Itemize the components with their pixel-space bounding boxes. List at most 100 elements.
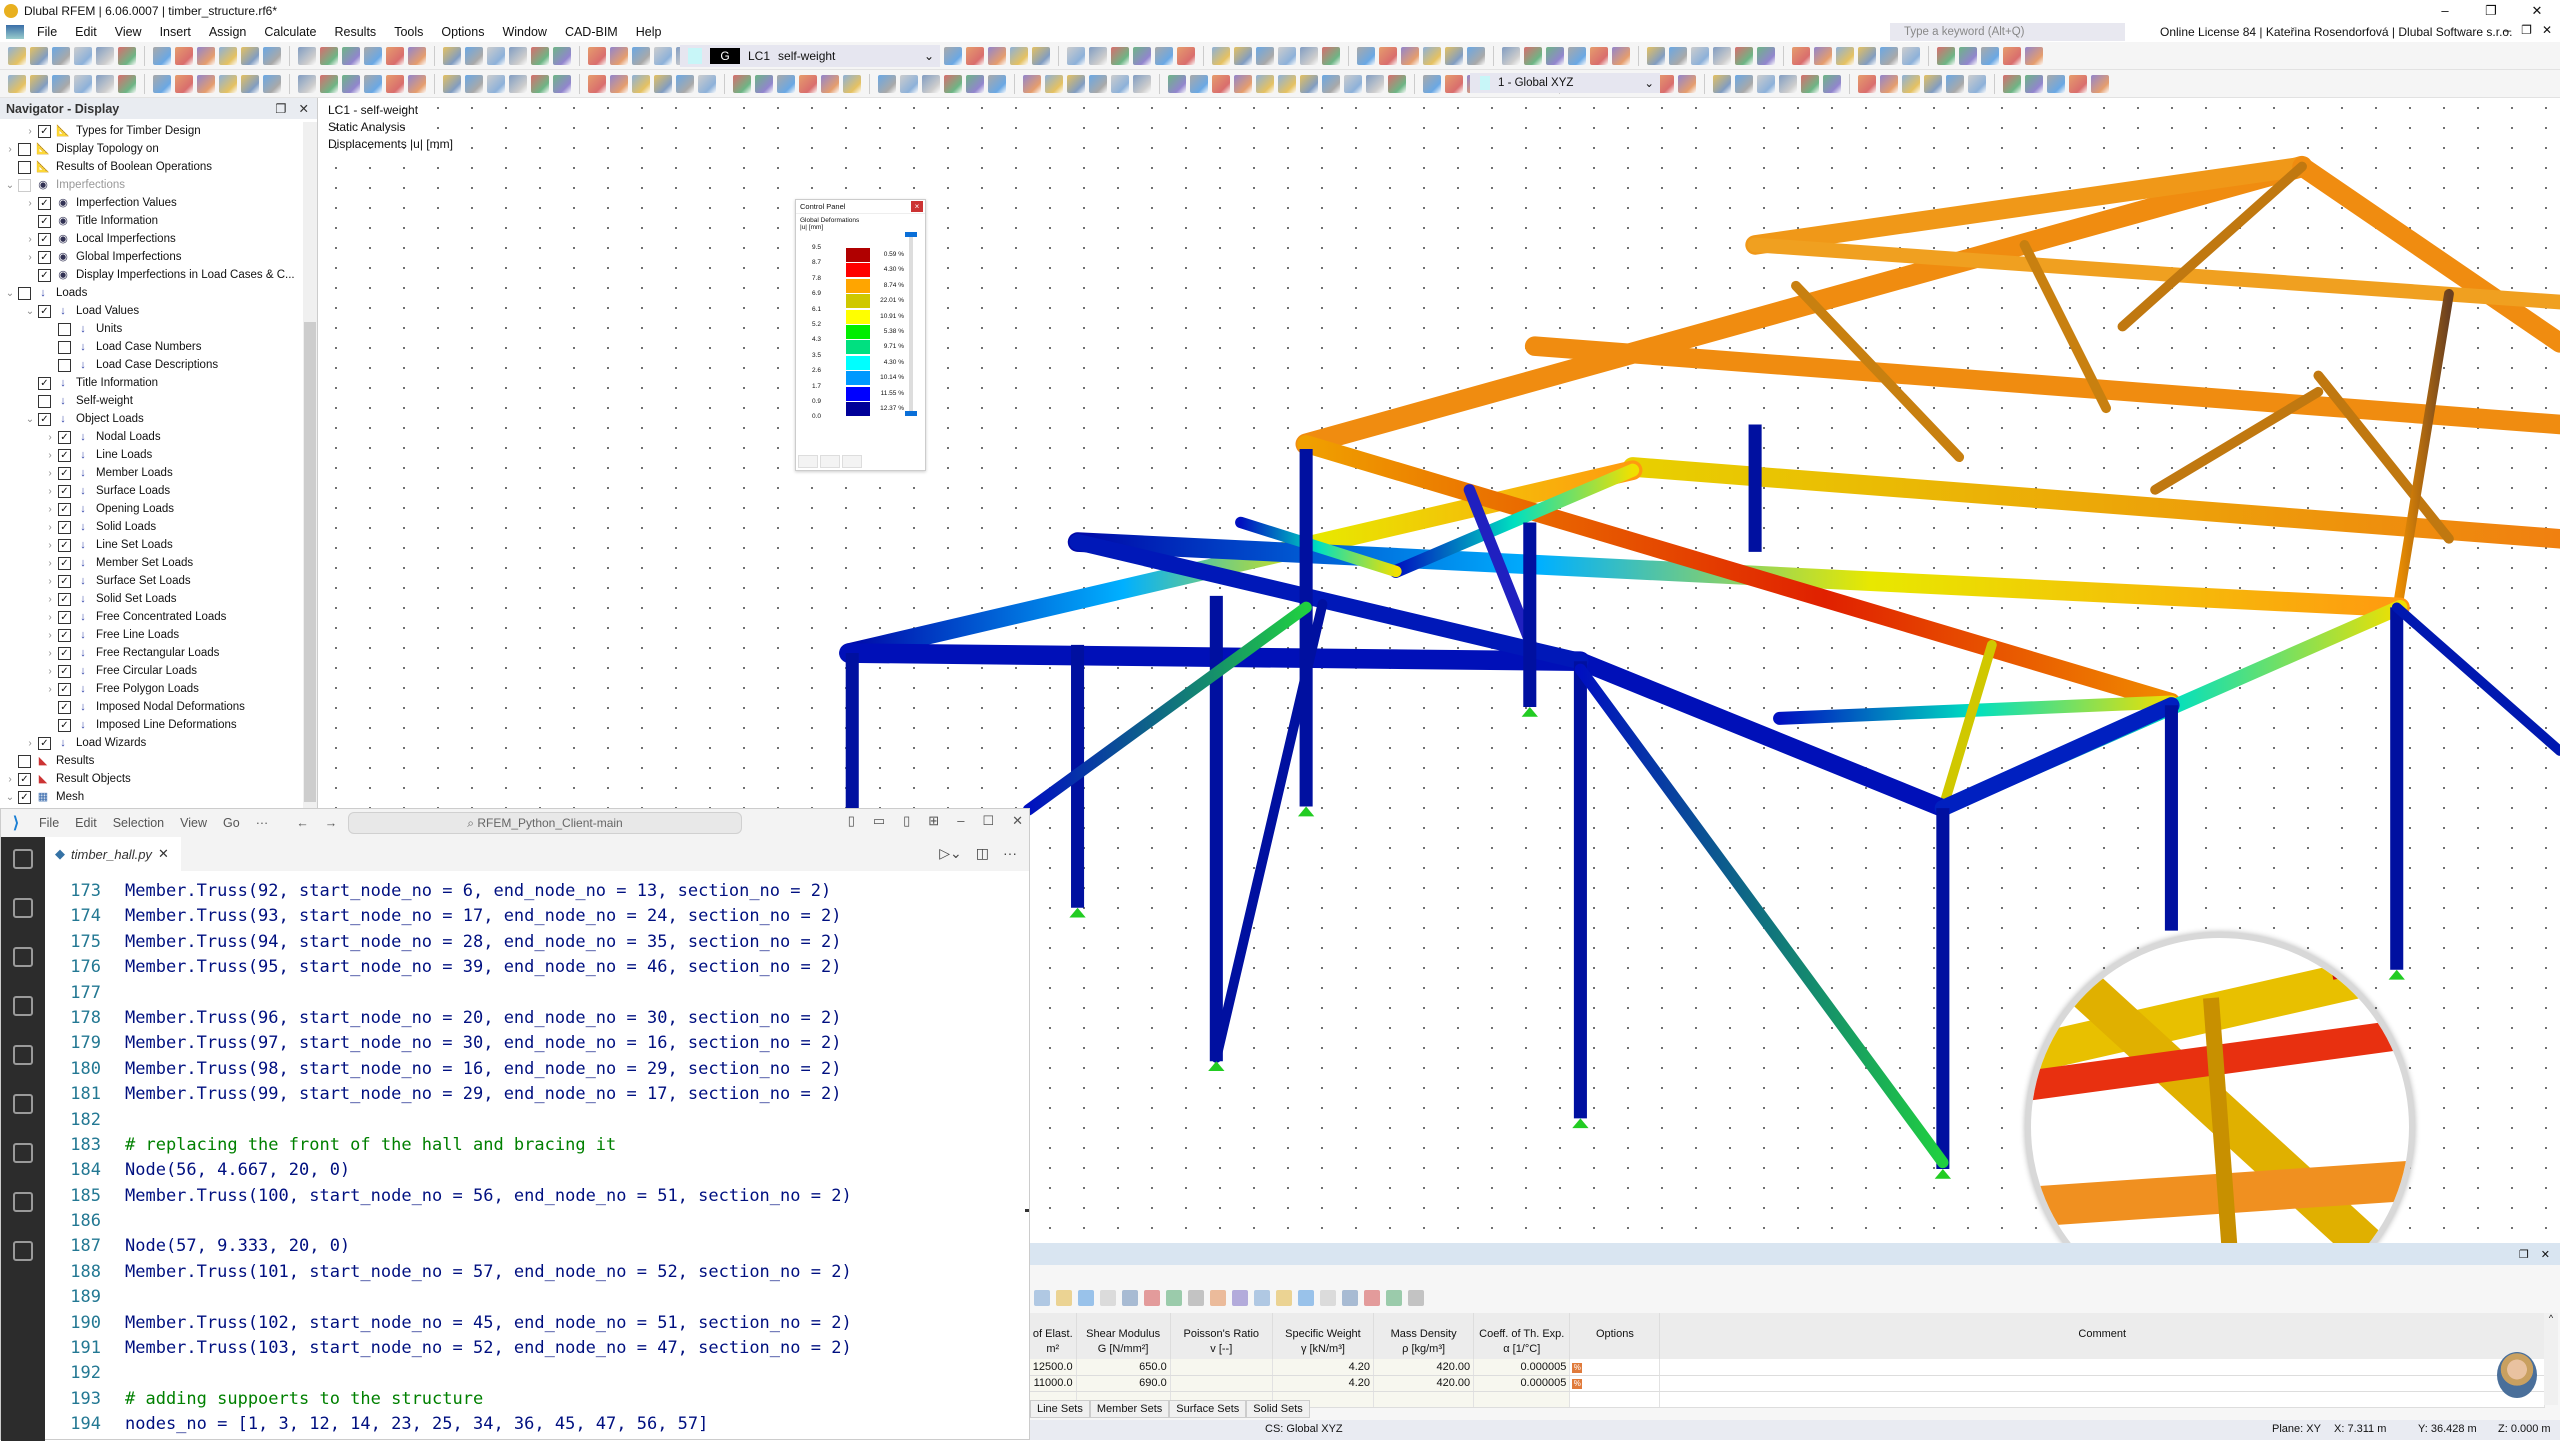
table-cell[interactable]: 4.20 xyxy=(1272,1375,1375,1392)
extensions-icon[interactable] xyxy=(13,1045,33,1065)
more-actions-icon[interactable]: ··· xyxy=(1003,845,1017,862)
tab-surface-sets[interactable]: Surface Sets xyxy=(1169,1400,1247,1418)
expand-chevron-icon[interactable]: ⌄ xyxy=(4,180,16,191)
code-editor[interactable]: 173 Member.Truss(92, start_node_no = 6, e… xyxy=(45,879,1029,1438)
sidebar-toggle-icon[interactable]: ▯ xyxy=(903,813,910,829)
tab-timber-hall-py[interactable]: ◆ timber_hall.py ✕ xyxy=(45,837,181,871)
nav-item[interactable]: ↓ Units xyxy=(0,320,300,338)
code-line[interactable]: 185 Member.Truss(100, start_node_no = 56,… xyxy=(45,1184,1029,1209)
nav-item[interactable]: ↓ Self-weight xyxy=(0,392,300,410)
expand-chevron-icon[interactable]: › xyxy=(44,540,56,551)
code-line[interactable]: 183 # replacing the front of the hall and… xyxy=(45,1133,1029,1158)
close-icon[interactable]: ✕ xyxy=(158,846,169,862)
source-control-icon[interactable] xyxy=(13,947,33,967)
expand-chevron-icon[interactable]: › xyxy=(44,648,56,659)
code-line[interactable]: 189 xyxy=(45,1285,1029,1310)
search-icon[interactable] xyxy=(13,898,33,918)
back-arrow-icon[interactable]: ← xyxy=(288,816,317,830)
column-header[interactable]: Coeff. of Th. Exp. α [1/°C] xyxy=(1473,1313,1571,1359)
nav-checkbox[interactable]: ✓ xyxy=(58,448,71,462)
nav-checkbox[interactable]: ✓ xyxy=(18,790,31,804)
nav-item[interactable]: › ✓ 📐 Types for Timber Design xyxy=(0,122,300,140)
table-tool-icon[interactable] xyxy=(1342,1290,1358,1306)
nav-checkbox[interactable]: ✓ xyxy=(38,196,51,210)
forward-arrow-icon[interactable]: → xyxy=(317,816,346,830)
tab-factors[interactable] xyxy=(820,455,840,468)
nav-checkbox[interactable]: ✓ xyxy=(38,304,51,318)
expand-chevron-icon[interactable]: ⌄ xyxy=(24,414,36,425)
table-tool-icon[interactable] xyxy=(1232,1290,1248,1306)
code-line[interactable]: 193 # adding suppoerts to the structure xyxy=(45,1387,1029,1412)
code-line[interactable]: 179 Member.Truss(97, start_node_no = 30, … xyxy=(45,1031,1029,1056)
nav-item[interactable]: › 📐 Display Topology on xyxy=(0,140,300,158)
nav-checkbox[interactable] xyxy=(38,394,51,408)
nav-checkbox[interactable] xyxy=(18,286,31,300)
nav-item[interactable]: › ✓ ◉ Global Imperfections xyxy=(0,248,300,266)
customize-layout-icon[interactable]: ⊞ xyxy=(928,813,939,829)
code-line[interactable]: 191 Member.Truss(103, start_node_no = 52,… xyxy=(45,1336,1029,1361)
vscode-menu-selection[interactable]: Selection xyxy=(105,816,172,830)
nav-checkbox[interactable]: ✓ xyxy=(38,232,51,246)
nav-checkbox[interactable]: ✓ xyxy=(58,592,71,606)
table-row[interactable]: 11000.0 690.0 4.20 420.00 0.000005% xyxy=(1030,1375,2545,1392)
code-line[interactable]: 174 Member.Truss(93, start_node_no = 17, … xyxy=(45,904,1029,929)
nav-item[interactable]: › ✓ ◉ Imperfection Values xyxy=(0,194,300,212)
nav-item[interactable]: › ✓ ↓ Line Set Loads xyxy=(0,536,300,554)
expand-chevron-icon[interactable]: › xyxy=(44,576,56,587)
vscode-menu-view[interactable]: View xyxy=(172,816,215,830)
maximize-button[interactable]: ☐ xyxy=(982,813,994,829)
nav-item[interactable]: › ✓ ↓ Free Circular Loads xyxy=(0,662,300,680)
table-scrollbar[interactable]: ^ xyxy=(2544,1313,2558,1405)
table-cell[interactable]: 690.0 xyxy=(1076,1375,1171,1392)
tab-filter[interactable] xyxy=(842,455,862,468)
nav-item[interactable]: › ✓ ↓ Free Rectangular Loads xyxy=(0,644,300,662)
table-tool-icon[interactable] xyxy=(1100,1290,1116,1306)
nav-item[interactable]: ✓ ↓ Title Information xyxy=(0,374,300,392)
table-tool-icon[interactable] xyxy=(1166,1290,1182,1306)
nav-checkbox[interactable] xyxy=(18,178,31,192)
table-cell[interactable]: 11000.0 xyxy=(1030,1375,1077,1392)
nav-checkbox[interactable]: ✓ xyxy=(58,682,71,696)
nav-item[interactable]: ✓ ◉ Display Imperfections in Load Cases & … xyxy=(0,266,300,284)
nav-item[interactable]: ⌄ ◉ Imperfections xyxy=(0,176,300,194)
minimize-button[interactable]: – xyxy=(957,813,964,829)
nav-checkbox[interactable]: ✓ xyxy=(58,430,71,444)
nav-checkbox[interactable]: ✓ xyxy=(58,646,71,660)
table-cell[interactable]: 420.00 xyxy=(1373,1359,1475,1376)
vscode-menu-go[interactable]: Go xyxy=(215,816,248,830)
column-header[interactable]: Mass Density ρ [kg/m³] xyxy=(1373,1313,1475,1359)
code-line[interactable]: 190 Member.Truss(102, start_node_no = 45,… xyxy=(45,1311,1029,1336)
run-debug-icon[interactable] xyxy=(13,996,33,1016)
split-editor-icon[interactable]: ◫ xyxy=(976,845,989,862)
nav-item[interactable]: › ✓ ↓ Load Wizards xyxy=(0,734,300,752)
nav-checkbox[interactable]: ✓ xyxy=(38,124,51,138)
nav-checkbox[interactable]: ✓ xyxy=(38,214,51,228)
table-tool-icon[interactable] xyxy=(1298,1290,1314,1306)
expand-chevron-icon[interactable]: › xyxy=(24,738,36,749)
column-header[interactable]: Poisson's Ratio v [--] xyxy=(1170,1313,1273,1359)
slider-max-handle[interactable] xyxy=(905,232,917,237)
code-line[interactable]: 187 Node(57, 9.333, 20, 0) xyxy=(45,1234,1029,1259)
nav-item[interactable]: › ✓ ↓ Solid Set Loads xyxy=(0,590,300,608)
nav-checkbox[interactable] xyxy=(58,322,71,336)
table-tool-icon[interactable] xyxy=(1188,1290,1204,1306)
close-button[interactable]: ✕ xyxy=(1012,813,1023,829)
code-line[interactable]: 176 Member.Truss(95, start_node_no = 39, … xyxy=(45,955,1029,980)
code-line[interactable]: 180 Member.Truss(98, start_node_no = 16, … xyxy=(45,1057,1029,1082)
float-panel-icon[interactable]: ❐ xyxy=(275,101,286,116)
expand-chevron-icon[interactable]: › xyxy=(24,198,36,209)
nav-checkbox[interactable]: ✓ xyxy=(58,484,71,498)
nav-checkbox[interactable]: ✓ xyxy=(58,520,71,534)
nav-item[interactable]: ↓ Load Case Descriptions xyxy=(0,356,300,374)
expand-chevron-icon[interactable]: › xyxy=(24,252,36,263)
nav-checkbox[interactable]: ✓ xyxy=(58,538,71,552)
slider-min-handle[interactable] xyxy=(905,411,917,416)
code-line[interactable]: 192 xyxy=(45,1361,1029,1386)
table-row[interactable]: 12500.0 650.0 4.20 420.00 0.000005% xyxy=(1030,1359,2545,1376)
nav-item[interactable]: ✓ ↓ Imposed Line Deformations xyxy=(0,716,300,734)
docker-icon[interactable] xyxy=(13,1192,33,1212)
table-tool-icon[interactable] xyxy=(1386,1290,1402,1306)
column-header[interactable]: Specific Weight γ [kN/m³] xyxy=(1272,1313,1375,1359)
nav-checkbox[interactable] xyxy=(58,340,71,354)
explorer-icon[interactable] xyxy=(13,849,33,869)
